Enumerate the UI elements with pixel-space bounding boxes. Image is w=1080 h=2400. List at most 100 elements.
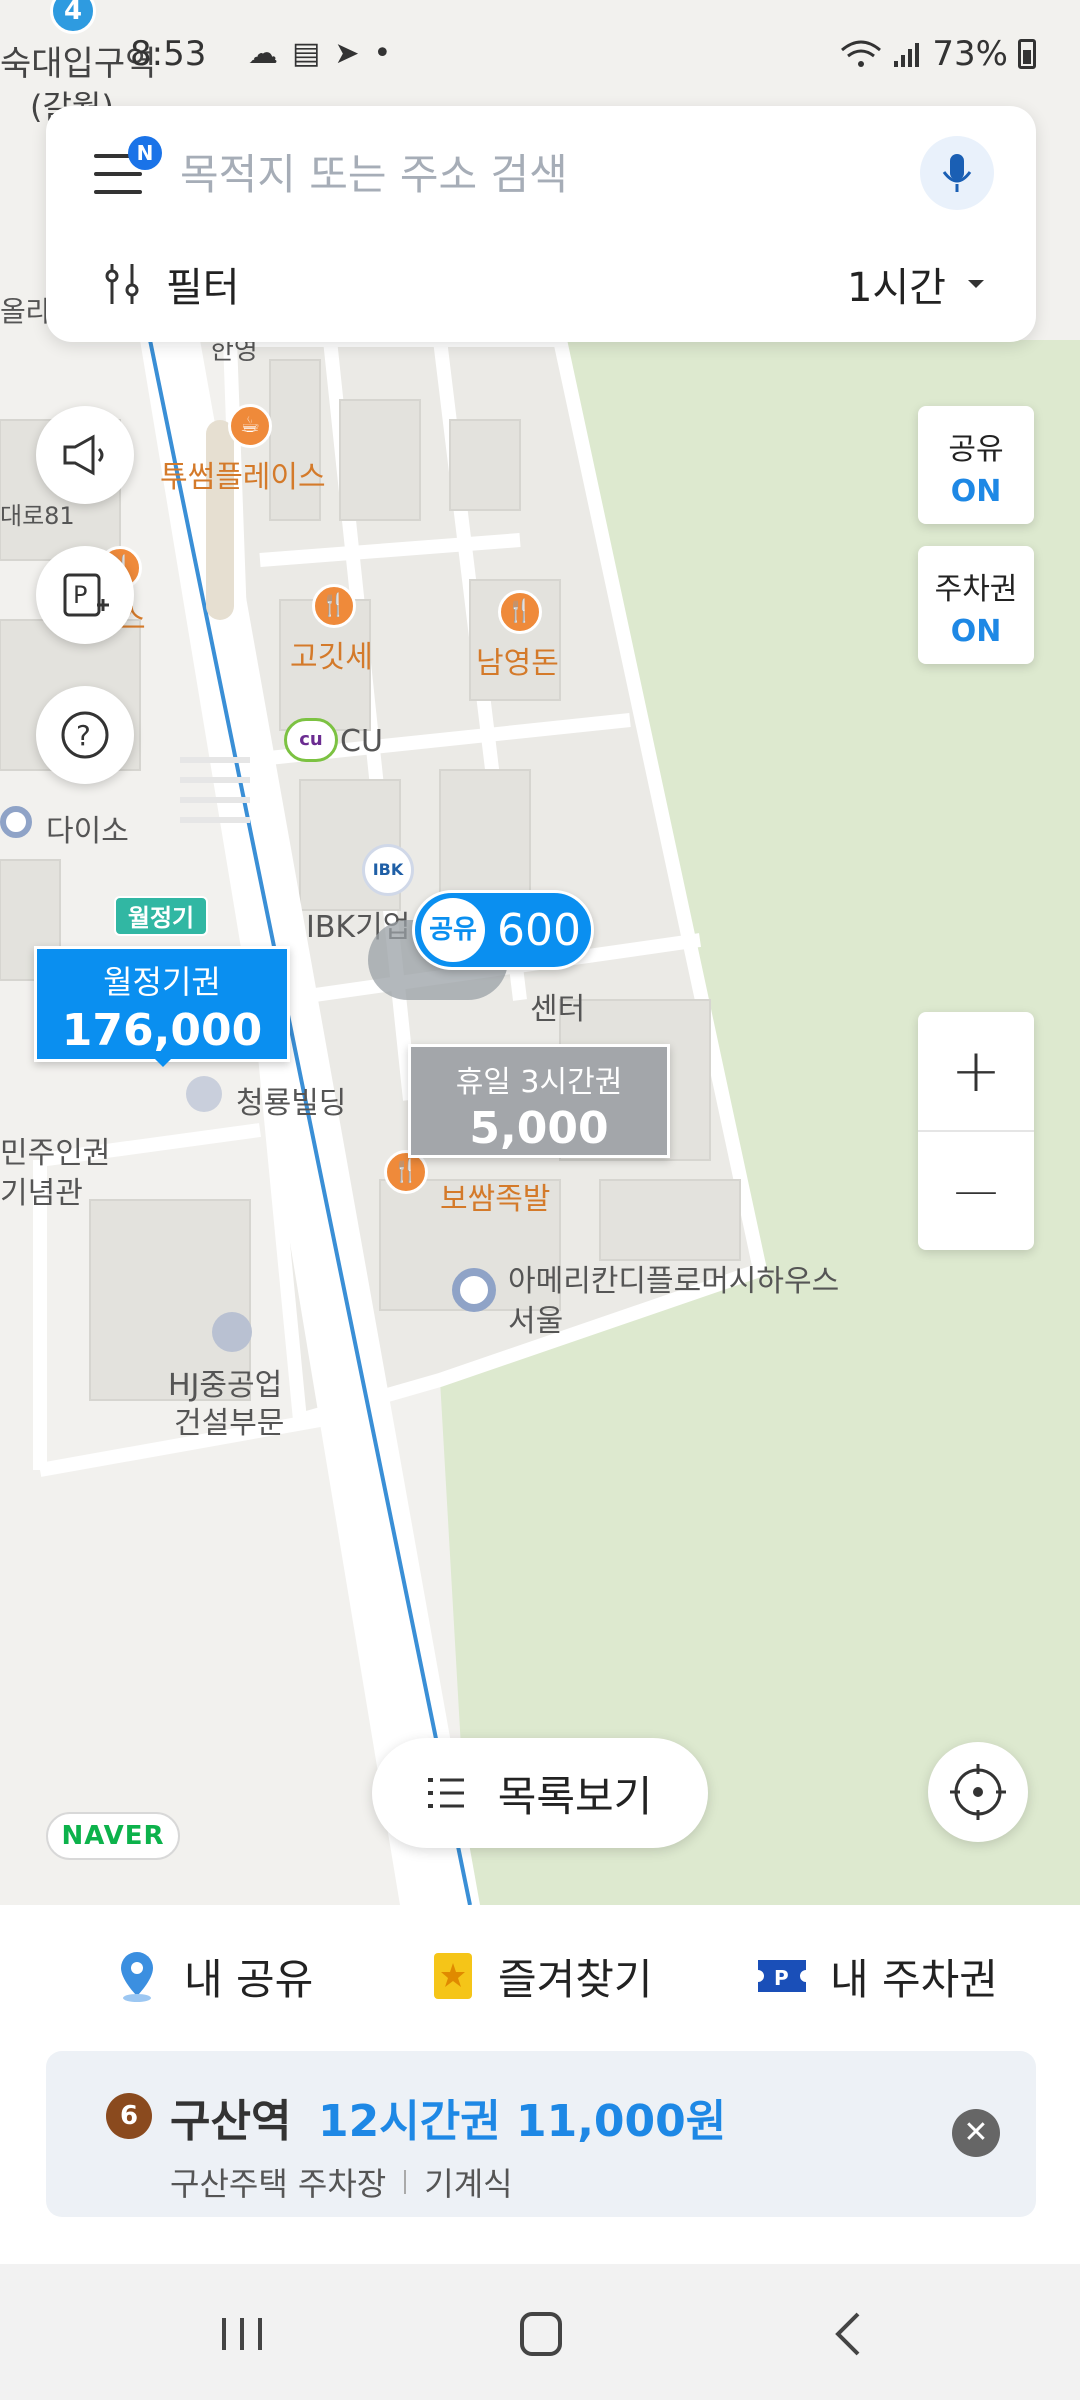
crosshair-icon — [950, 1764, 1006, 1820]
poi-hj-2: 건설부문 — [174, 1406, 285, 1441]
search-input[interactable] — [180, 144, 920, 204]
building-pin-icon[interactable] — [212, 1312, 252, 1352]
ticket-toggle-value: ON — [950, 614, 1002, 649]
tab-favorites-label: 즐겨찾기 — [498, 1954, 653, 2004]
list-view-button[interactable]: 목록보기 — [372, 1738, 708, 1848]
tab-my-share[interactable]: 내 공유 — [112, 1941, 313, 2011]
share-toggle[interactable]: 공유 ON — [918, 406, 1034, 524]
lot-info: 구산주택 주차장 기계식 — [170, 2159, 513, 2205]
status-icons: ☁▤➤• — [248, 36, 406, 71]
filter-button[interactable]: 필터 — [102, 254, 240, 314]
poi-cu[interactable]: CU — [340, 724, 383, 759]
location-pin-icon — [121, 1952, 153, 2002]
wifi-icon — [841, 40, 882, 67]
poi-american[interactable]: 아메리칸디플로머시하우스 — [508, 1256, 839, 1300]
poi-center[interactable]: 센터 — [530, 984, 585, 1028]
chevron-down-icon — [968, 280, 984, 288]
share-price: 600 — [497, 904, 581, 956]
help-icon: ? — [61, 711, 109, 759]
star-bookmark-icon — [434, 1953, 472, 1999]
recent-ticket-card[interactable]: 6 구산역 12시간권 11,000원 구산주택 주차장 기계식 ✕ — [46, 2051, 1036, 2217]
filter-label: 필터 — [166, 265, 240, 311]
share-chip: 공유 — [421, 898, 485, 962]
ticket-summary: 12시간권 11,000원 — [318, 2096, 727, 2147]
line-number-badge: 6 — [106, 2093, 152, 2139]
new-badge: N — [128, 136, 162, 170]
battery-icon — [1018, 39, 1036, 69]
restaurant-pin-icon[interactable]: 🍴 — [498, 590, 542, 634]
restaurant-pin-icon[interactable]: 🍴 — [312, 584, 356, 628]
holiday-pass-label: 휴일 3시간권 — [455, 1065, 623, 1100]
station-name: 구산역 — [170, 2096, 292, 2147]
duration-value: 1시간 — [846, 265, 946, 311]
poi-minju-2: 기념관 — [0, 1176, 83, 1211]
cu-store-icon[interactable]: cu — [284, 718, 338, 762]
zoom-in-button[interactable]: + — [918, 1012, 1034, 1130]
ticket-toggle[interactable]: 주차권 ON — [918, 546, 1034, 664]
cafe-pin-icon[interactable]: ☕ — [228, 404, 272, 448]
holiday-pass-marker[interactable]: 휴일 3시간권 5,000 — [408, 1044, 670, 1158]
svg-text:?: ? — [76, 719, 91, 752]
lot-name: 구산주택 주차장 — [170, 2165, 387, 2203]
bottom-tabs: 내 공유 즐겨찾기 P 내 주차권 — [0, 1905, 1080, 2045]
voice-search-button[interactable] — [920, 136, 994, 210]
back-icon[interactable] — [808, 2304, 888, 2364]
bottom-sheet: 내 공유 즐겨찾기 P 내 주차권 6 구산역 12시간권 11,000원 구산… — [0, 1905, 1080, 2265]
add-parking-button[interactable]: P — [36, 546, 134, 644]
tab-my-tickets[interactable]: P 내 주차권 — [756, 1941, 998, 2011]
duration-select[interactable]: 1시간 — [847, 254, 986, 314]
naver-logo: NAVER — [46, 1812, 180, 1860]
mic-icon — [942, 154, 972, 192]
search-card: N 필터 1시간 — [46, 106, 1036, 342]
system-nav-bar — [0, 2264, 1080, 2400]
status-right: 73% — [840, 34, 1036, 74]
parking-ticket-icon: P — [758, 1960, 806, 1992]
share-parking-marker[interactable]: 공유 600 — [412, 890, 594, 970]
lot-type: 기계식 — [424, 2165, 513, 2203]
tab-my-tickets-label: 내 주차권 — [830, 1954, 998, 2004]
place-marker-icon[interactable] — [452, 1268, 496, 1312]
tab-my-share-label: 내 공유 — [184, 1954, 314, 2004]
share-toggle-label: 공유 — [948, 432, 1004, 467]
share-toggle-value: ON — [950, 474, 1002, 509]
poi-american-2: 서울 — [508, 1304, 564, 1339]
monthly-tag[interactable]: 월정기 — [114, 896, 208, 936]
poi-cheongryong[interactable]: 청룡빌딩 — [236, 1078, 346, 1122]
poi-ol[interactable]: 올라 — [0, 290, 52, 330]
bank-pin-icon[interactable]: IBK — [362, 844, 414, 896]
holiday-pass-price: 5,000 — [469, 1103, 609, 1154]
my-location-button[interactable] — [928, 1742, 1028, 1842]
status-time: 8:53 — [130, 34, 207, 74]
poi-goat[interactable]: 고깃세 — [290, 632, 373, 676]
signal-icon — [894, 43, 920, 67]
poi-namyeong[interactable]: 남영돈 — [476, 638, 559, 682]
announcement-button[interactable] — [36, 406, 134, 504]
ticket-toggle-label: 주차권 — [934, 572, 1018, 607]
filter-sliders-icon — [105, 264, 139, 304]
battery-percent: 73% — [932, 34, 1008, 74]
help-button[interactable]: ? — [36, 686, 134, 784]
megaphone-icon — [63, 434, 104, 476]
building-pin-icon[interactable] — [186, 1076, 222, 1112]
poi-bossam[interactable]: 보쌈족발 — [440, 1174, 550, 1218]
poi-daiso[interactable]: 다이소 — [46, 806, 129, 850]
list-view-label: 목록보기 — [497, 1771, 653, 1821]
home-icon[interactable] — [500, 2304, 580, 2364]
zoom-control: + — — [918, 1012, 1034, 1250]
list-icon — [427, 1778, 464, 1808]
monthly-pass-price: 176,000 — [61, 1005, 263, 1056]
svg-text:P: P — [73, 581, 87, 609]
lot-separator — [404, 2170, 407, 2194]
svg-text:P: P — [774, 1966, 789, 1990]
poi-minju[interactable]: 민주인권 — [0, 1128, 110, 1172]
monthly-pass-marker[interactable]: 월정기권 176,000 — [34, 946, 290, 1067]
tab-favorites[interactable]: 즐겨찾기 — [430, 1941, 653, 2011]
monthly-pass-label: 월정기권 — [103, 963, 221, 1001]
poi-daero: 대로81 — [0, 502, 75, 530]
parking-add-icon: P — [63, 573, 109, 617]
poi-twosome[interactable]: 투썸플레이스 — [160, 452, 326, 496]
place-marker-icon[interactable] — [0, 806, 32, 838]
recent-apps-icon[interactable] — [202, 2304, 282, 2364]
zoom-out-button[interactable]: — — [918, 1132, 1034, 1250]
close-icon[interactable]: ✕ — [952, 2109, 1000, 2157]
